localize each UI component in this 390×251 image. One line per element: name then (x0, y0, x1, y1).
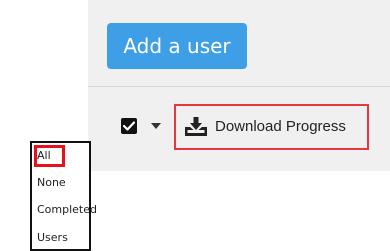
download-icon (185, 117, 207, 136)
download-progress-button[interactable]: Download Progress (174, 104, 369, 150)
dropdown-item-completed[interactable]: Completed (37, 203, 97, 217)
dropdown-item-none[interactable]: None (37, 176, 66, 190)
page: Add a user Download Progress All None Co… (0, 0, 390, 251)
selection-dropdown-menu: All None Completed Users (30, 141, 97, 251)
dropdown-item-all[interactable]: All (37, 149, 51, 163)
add-user-button[interactable]: Add a user (107, 23, 247, 69)
dropdown-item-users[interactable]: Users (37, 231, 68, 245)
caret-down-icon[interactable] (150, 121, 162, 131)
checkmark-icon (123, 121, 135, 131)
panel-divider (88, 86, 390, 87)
select-all-checkbox[interactable] (121, 118, 137, 134)
download-progress-label: Download Progress (215, 118, 346, 135)
